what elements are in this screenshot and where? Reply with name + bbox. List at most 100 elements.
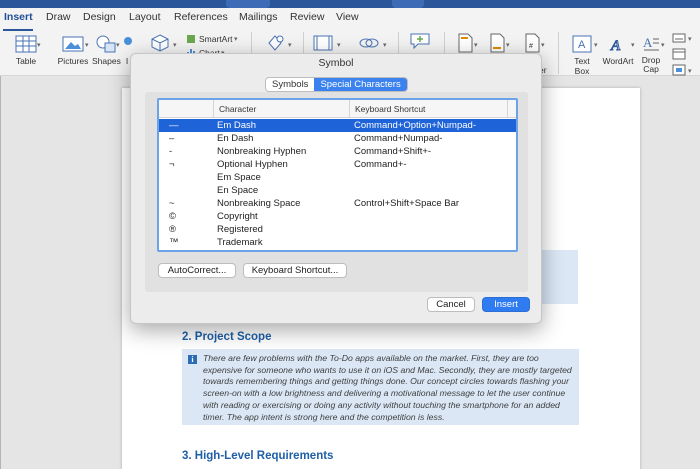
tab-design[interactable]: Design — [83, 11, 116, 23]
tab-mailings[interactable]: Mailings — [239, 11, 278, 23]
table-label: Table — [15, 56, 37, 66]
special-characters-list[interactable]: Character Keyboard Shortcut — Em Dash Comm… — [157, 98, 518, 252]
character-name: Trademark — [217, 236, 263, 248]
info-box-partial — [542, 250, 578, 304]
footer-icon[interactable] — [489, 33, 505, 53]
list-item[interactable]: — Em Dash Command+Option+Numpad- — [159, 119, 516, 132]
chevron-down-icon[interactable]: ▾ — [688, 35, 692, 43]
list-item[interactable]: ™ Trademark — [159, 236, 516, 249]
ribbon-tabs: Insert Draw Design Layout References Mai… — [0, 8, 700, 31]
character-glyph: — — [169, 119, 179, 131]
heading-project-scope: 2. Project Scope — [182, 331, 272, 343]
drop-cap-label: Drop Cap — [641, 55, 661, 74]
cancel-button[interactable]: Cancel — [427, 297, 475, 312]
add-ins-icon[interactable] — [265, 34, 285, 52]
character-glyph: ™ — [169, 236, 179, 248]
list-item[interactable]: En Space — [159, 184, 516, 197]
info-text: There are few problems with the To-Do ap… — [203, 353, 572, 422]
character-name: Optional Hyphen — [217, 158, 288, 170]
chevron-down-icon[interactable]: ▾ — [688, 67, 692, 75]
keyboard-shortcut-button[interactable]: Keyboard Shortcut... — [243, 263, 347, 278]
smartart-button[interactable]: SmartArt — [199, 34, 233, 44]
character-glyph: § — [169, 250, 174, 251]
chevron-down-icon[interactable]: ▾ — [661, 41, 665, 49]
chevron-down-icon[interactable]: ▾ — [631, 41, 635, 49]
wordart-button[interactable]: A WordArt — [601, 35, 635, 67]
chevron-down-icon[interactable]: ▾ — [506, 41, 510, 49]
dialog-tab-selector: Symbols Special Characters — [265, 77, 408, 92]
heading-high-level-requirements: 3. High-Level Requirements — [182, 450, 334, 462]
comment-icon[interactable] — [409, 32, 431, 50]
chevron-down-icon[interactable]: ▾ — [37, 41, 41, 49]
chevron-down-icon[interactable]: ▾ — [116, 41, 120, 49]
character-name: En Space — [217, 184, 259, 196]
3d-models-icon[interactable] — [150, 33, 170, 53]
column-divider — [349, 100, 350, 118]
character-glyph: ~ — [169, 197, 175, 209]
chevron-down-icon[interactable]: ▾ — [541, 41, 545, 49]
date-time-icon[interactable] — [672, 48, 686, 60]
signature-line-icon[interactable] — [672, 32, 686, 44]
window-edge — [0, 76, 1, 469]
character-glyph: ‑ — [169, 145, 173, 157]
ribbon-divider — [558, 32, 559, 74]
tab-special-characters[interactable]: Special Characters — [314, 78, 407, 91]
character-name: Nonbreaking Hyphen — [217, 145, 307, 157]
character-glyph: ® — [169, 223, 176, 235]
wordart-label: WordArt — [602, 56, 634, 66]
tab-view[interactable]: View — [336, 11, 359, 23]
shapes-label: Shapes — [92, 56, 121, 66]
tab-symbols[interactable]: Symbols — [266, 78, 314, 91]
list-item[interactable]: Em Space — [159, 171, 516, 184]
character-shortcut: Command+Shift+- — [354, 145, 432, 157]
shapes-button[interactable]: Shapes — [92, 35, 121, 66]
column-keyboard-shortcut[interactable]: Keyboard Shortcut — [355, 104, 425, 114]
object-icon[interactable] — [672, 64, 686, 76]
chevron-down-icon[interactable]: ▾ — [383, 41, 387, 49]
drop-cap-icon: A — [643, 35, 659, 51]
list-item[interactable]: ‑ Nonbreaking Hyphen Command+Shift+- — [159, 145, 516, 158]
smartart-icon — [187, 35, 195, 43]
drop-cap-button[interactable]: A Drop Cap — [639, 35, 663, 74]
picture-icon — [62, 36, 84, 52]
character-name: Section — [217, 250, 249, 251]
chevron-down-icon[interactable]: ▾ — [474, 41, 478, 49]
svg-text:#: # — [529, 43, 533, 50]
list-header: Character Keyboard Shortcut — [159, 100, 516, 118]
list-item[interactable]: ¬ Optional Hyphen Command+- — [159, 158, 516, 171]
list-item[interactable]: ® Registered — [159, 223, 516, 236]
header-icon[interactable] — [457, 33, 473, 53]
title-bar-shape — [226, 0, 270, 8]
tab-draw[interactable]: Draw — [46, 11, 71, 23]
text-box-icon: A — [572, 35, 592, 53]
icons-icon — [124, 37, 132, 45]
links-icon[interactable] — [358, 35, 380, 51]
chevron-down-icon[interactable]: ▾ — [173, 41, 177, 49]
title-bar-strip — [0, 0, 700, 8]
insert-button[interactable]: Insert — [482, 297, 530, 312]
tab-review[interactable]: Review — [290, 11, 324, 23]
character-shortcut: Control+Shift+Space Bar — [354, 197, 460, 209]
column-divider — [213, 100, 214, 118]
tab-references[interactable]: References — [174, 11, 228, 23]
character-name: Registered — [217, 223, 263, 235]
autocorrect-button[interactable]: AutoCorrect... — [158, 263, 236, 278]
list-item[interactable]: ~ Nonbreaking Space Control+Shift+Space Ba… — [159, 197, 516, 210]
chevron-down-icon[interactable]: ▾ — [234, 35, 238, 43]
pictures-button[interactable]: Pictures — [57, 35, 89, 66]
tab-insert[interactable]: Insert — [4, 11, 33, 23]
column-character[interactable]: Character — [219, 104, 256, 114]
page-number-icon[interactable]: # — [524, 33, 540, 53]
chevron-down-icon[interactable]: ▾ — [288, 41, 292, 49]
list-item[interactable]: § Section — [159, 249, 516, 251]
dialog-title: Symbol — [318, 57, 354, 69]
chevron-down-icon[interactable]: ▾ — [85, 41, 89, 49]
tab-layout[interactable]: Layout — [129, 11, 161, 23]
media-icon[interactable] — [313, 34, 333, 52]
list-item[interactable]: © Copyright — [159, 210, 516, 223]
chevron-down-icon[interactable]: ▾ — [337, 41, 341, 49]
character-name: Copyright — [217, 210, 258, 222]
chevron-down-icon[interactable]: ▾ — [594, 41, 598, 49]
table-button[interactable]: Table — [12, 35, 40, 66]
list-item[interactable]: – En Dash Command+Numpad- — [159, 132, 516, 145]
